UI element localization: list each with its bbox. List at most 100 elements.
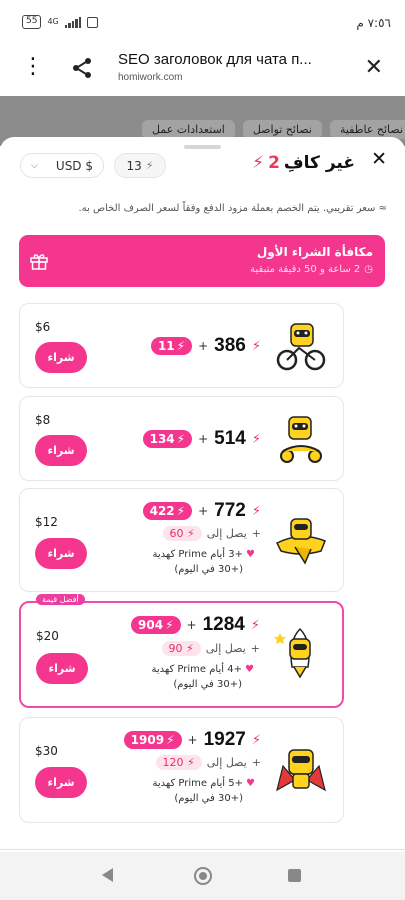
upto-pill: 60 ⚡ [162,526,202,541]
promo-title: مكافأة الشراء الأول [256,245,373,259]
bolt-icon: ⚡ [251,732,261,748]
more-menu-icon[interactable]: ⋮ [22,56,44,78]
sheet-title: غير كافِ 2 ⚡ [252,153,355,173]
prime-gift-rate: (+30 في اليوم) [174,793,243,804]
best-value-badge: أفضل قيمة [36,594,85,605]
plus-sign: + [250,642,260,655]
bolt-icon: ⚡ [145,159,154,172]
heart-icon: ♥ [246,778,255,789]
bonus-pill: 422 ⚡ [142,502,193,520]
package-amount: 1284 [202,614,245,635]
upto-label: يصل إلى [206,527,247,540]
plus-sign: + [186,618,197,632]
upto-label: يصل إلى [205,642,246,655]
gift-icon [30,254,48,270]
package-card[interactable]: $6 شراء 11 ⚡ + 386 ⚡ [19,303,344,388]
status-time: ٧:٥٦ م [356,16,391,30]
plus-sign: + [198,504,209,518]
package-card-best-value[interactable]: أفضل قيمة $20 شراء 904 ⚡ + 1284 ⚡ + يصل إ… [19,594,344,708]
network-type: 4G [47,17,59,26]
buy-button[interactable]: شراء [35,342,87,373]
share-icon[interactable] [70,56,94,80]
system-nav-bar [0,852,405,900]
first-purchase-banner[interactable]: مكافأة الشراء الأول ◷ 2 ساعة و 50 دقيقة … [19,235,385,287]
prime-gift-rate: (+30 في اليوم) [174,564,243,575]
upto-value: 90 [168,642,183,655]
package-amount-row: 904 ⚡ + 1284 ⚡ [131,614,260,636]
package-price: $6 [35,320,51,334]
package-amount: 772 [214,500,246,521]
upto-label: يصل إلى [206,756,247,769]
prime-gift: +4 أيام Prime كهدية (+30 في اليوم) [151,662,242,692]
upto-value: 60 [169,527,184,540]
bolt-icon: ⚡ [252,153,265,173]
package-amount: 386 [214,335,246,356]
bonus-value: 11 [157,339,175,353]
balance-badge: 13 ⚡ [114,153,166,178]
back-icon[interactable] [102,868,113,882]
bolt-icon: ⚡ [166,733,175,747]
sheet-close-icon[interactable]: ✕ [371,149,387,169]
mascot-scooter-image [280,416,322,463]
plus-sign: + [198,339,209,353]
package-card[interactable]: $30 شراء 1909 ⚡ + 1927 ⚡ + يصل إلى 120 ⚡ … [19,717,344,823]
prime-gift: +3 أيام Prime كهدية (+30 في اليوم) [152,547,243,577]
bolt-icon: ⚡ [251,431,261,447]
drag-handle[interactable] [184,145,221,149]
upto-row: + يصل إلى 120 ⚡ [155,755,261,770]
bonus-pill: 904 ⚡ [131,616,181,634]
sheet-title-text: غير كافِ [283,153,355,173]
status-bar: 55 4G ٧:٥٦ م [0,0,405,44]
heart-icon: ♥ [246,549,255,560]
package-price: $12 [35,515,58,529]
mascot-bicycle-image [276,323,326,371]
bonus-pill: 1909 ⚡ [123,731,182,749]
page-title: SEO заголовок для чата п... [118,51,312,68]
prime-gift-rate: (+30 في اليوم) [173,679,242,690]
prime-gift: +5 أيام Prime كهدية (+30 في اليوم) [152,776,243,806]
bolt-icon: ⚡ [176,432,186,446]
browser-header: ⋮ SEO заголовок для чата п... homiwork.c… [0,44,405,96]
upto-value: 120 [162,756,184,769]
status-icons: 55 4G [22,15,99,29]
package-amount: 514 [214,428,246,449]
page-url: homiwork.com [118,72,183,83]
bolt-icon: ⚡ [251,503,261,519]
clock-icon: ◷ [364,264,373,275]
bolt-icon: ⚡ [176,504,186,518]
buy-button[interactable]: شراء [35,435,87,466]
upto-row: + يصل إلى 90 ⚡ [161,641,260,656]
buy-button[interactable]: شراء [35,767,87,798]
mascot-rocket-image [274,627,311,679]
heart-icon: ♥ [245,664,254,675]
close-icon[interactable]: ✕ [365,56,383,80]
plus-sign: + [251,527,261,540]
plus-sign: + [187,733,198,747]
battery-icon: 55 [22,15,42,29]
chevron-down-icon: ⌵ [31,160,38,171]
home-icon[interactable] [194,867,212,885]
package-price: $20 [36,629,59,643]
package-amount-row: 1909 ⚡ + 1927 ⚡ [123,729,261,751]
package-card[interactable]: $8 شراء 134 ⚡ + 514 ⚡ [19,396,344,481]
bonus-value: 1909 [130,733,165,747]
bonus-value: 904 [138,618,164,632]
package-card[interactable]: $12 شراء 422 ⚡ + 772 ⚡ + يصل إلى 60 ⚡ ♥ +… [19,488,344,592]
plus-sign: + [251,756,261,769]
recents-icon[interactable] [288,869,301,882]
screen-icon [87,16,99,28]
promo-timer-text: 2 ساعة و 50 دقيقة متبقية [250,264,361,275]
mascot-airplane-image [275,518,326,565]
package-amount: 1927 [203,729,246,750]
package-amount-row: 134 ⚡ + 514 ⚡ [142,428,261,450]
buy-button[interactable]: شراء [36,653,88,684]
plus-sign: + [198,432,209,446]
sheet-title-count: 2 [268,153,280,173]
currency-value: USD $ [55,158,93,173]
bolt-icon: ⚡ [251,338,261,354]
purchase-sheet: ✕ غير كافِ 2 ⚡ ⌵ USD $ 13 ⚡ ≈ سعر تقريبي… [0,137,405,852]
buy-button[interactable]: شراء [35,538,87,569]
currency-select[interactable]: ⌵ USD $ [20,153,104,178]
balance-value: 13 [126,158,142,173]
prime-gift-line: +3 أيام Prime كهدية [152,549,243,560]
